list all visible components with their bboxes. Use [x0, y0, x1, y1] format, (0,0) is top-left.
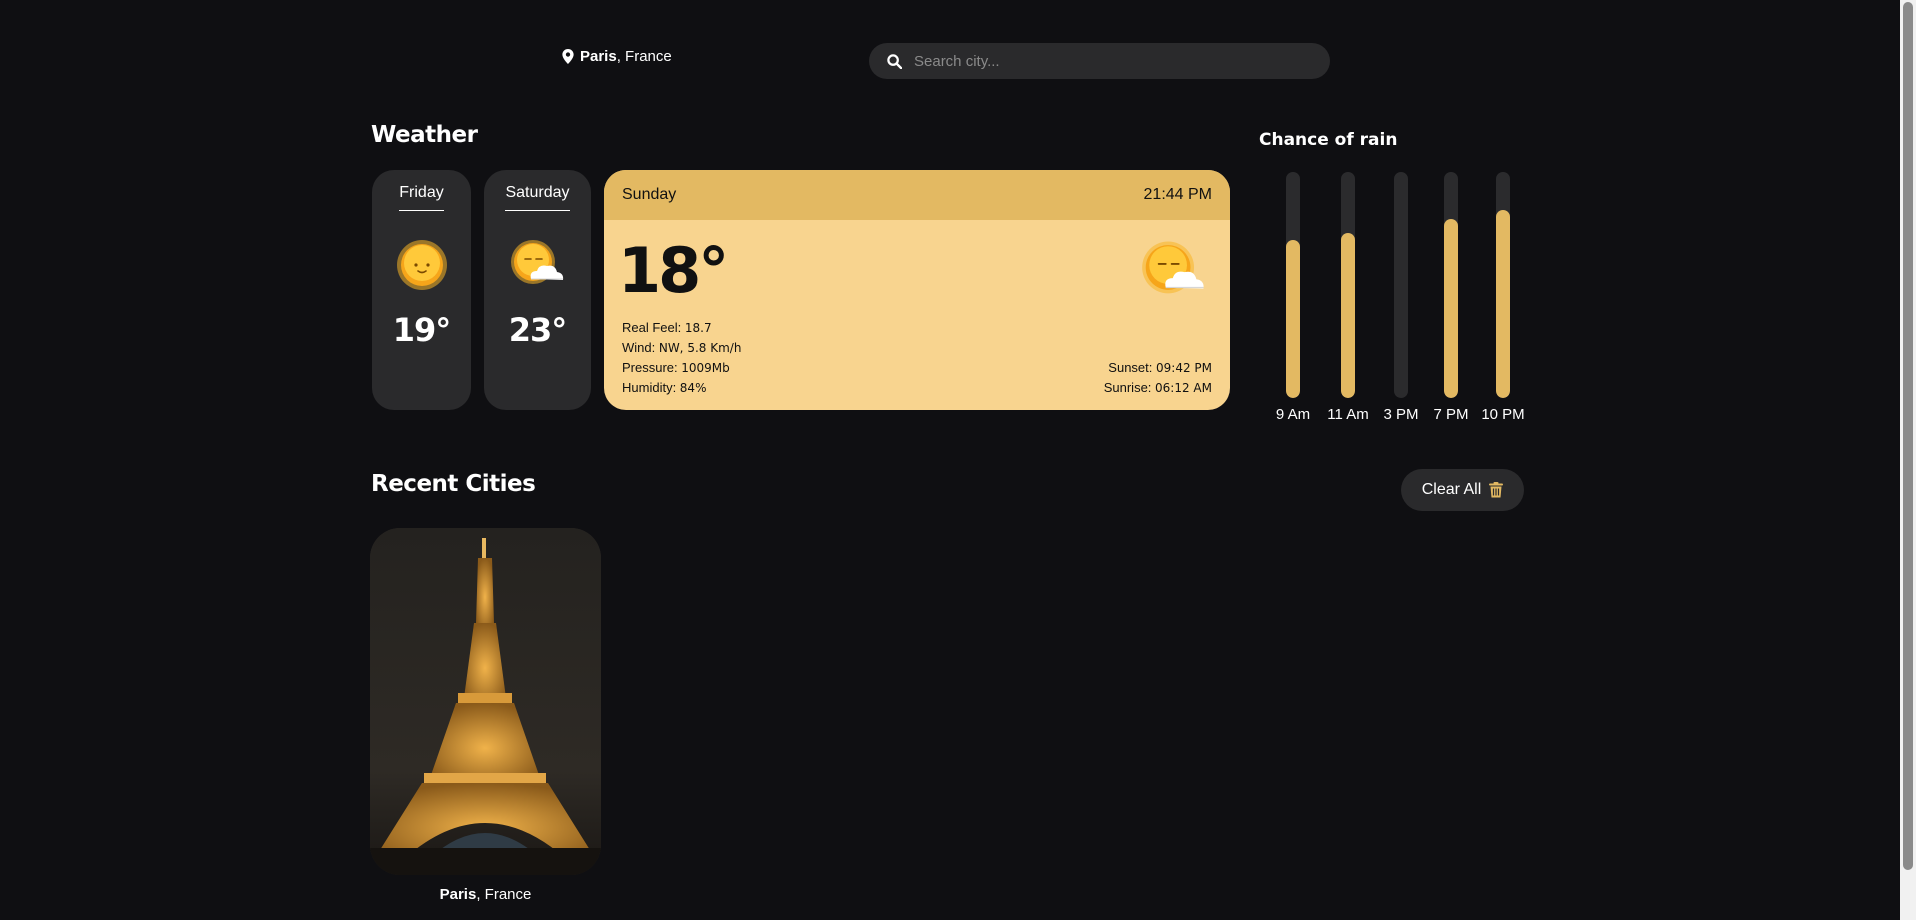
clear-all-button[interactable]: Clear All	[1401, 469, 1524, 511]
pressure-label: Pressure:	[622, 360, 682, 375]
rain-bar	[1341, 172, 1355, 398]
today-day: Sunday	[622, 186, 677, 203]
humidity-row: Humidity: 84%	[622, 378, 741, 398]
recent-city-country: , France	[476, 886, 532, 903]
wind-value: NW, 5.8 Km/h	[658, 341, 742, 355]
sunrise-label: Sunrise:	[1103, 380, 1156, 395]
wind-row: Wind: NW, 5.8 Km/h	[622, 338, 741, 358]
forecast-day: Saturday	[505, 184, 570, 211]
today-details: Real Feel: 18.7 Wind: NW, 5.8 Km/h Press…	[622, 318, 741, 398]
sunset-label: Sunset:	[1108, 360, 1156, 375]
sunrise-row: Sunrise: 06:12 AM	[1104, 378, 1212, 398]
real-feel-label: Real Feel:	[622, 320, 685, 335]
rain-bar-fill	[1286, 239, 1300, 398]
recent-city-caption: Paris, France	[370, 886, 601, 903]
sunset-value: 09:42 PM	[1156, 361, 1212, 375]
search-icon	[887, 53, 902, 69]
real-feel-row: Real Feel: 18.7	[622, 318, 741, 338]
sun-times: Sunset: 09:42 PM Sunrise: 06:12 AM	[1104, 358, 1212, 398]
scrollbar-thumb[interactable]	[1903, 2, 1913, 870]
location-city: Paris	[580, 48, 617, 65]
rain-title: Chance of rain	[1259, 130, 1398, 150]
current-location: Paris, France	[562, 48, 672, 65]
recent-city-card[interactable]	[370, 528, 601, 875]
eiffel-tower-photo	[370, 528, 601, 875]
rain-bar	[1286, 172, 1300, 398]
trash-icon	[1489, 482, 1504, 498]
wind-label: Wind:	[622, 340, 659, 355]
rain-time-label: 10 PM	[1481, 406, 1525, 423]
partly-cloudy-icon	[510, 240, 563, 284]
search-input[interactable]	[914, 52, 1294, 70]
forecast-card-friday[interactable]: Friday 19°	[372, 170, 471, 410]
today-time: 21:44 PM	[1143, 186, 1212, 203]
rain-bar	[1444, 172, 1458, 398]
rain-bar-fill	[1496, 210, 1510, 398]
search-bar[interactable]	[869, 43, 1330, 79]
humidity-value: 84%	[679, 381, 707, 395]
recent-city-name: Paris	[439, 886, 477, 903]
pressure-value: 1009Mb	[681, 361, 730, 375]
today-card[interactable]: Sunday 21:44 PM 18° Real Feel: 18.7 Wind…	[604, 170, 1230, 410]
location-country: , France	[616, 48, 672, 65]
sunrise-value: 06:12 AM	[1155, 381, 1212, 395]
humidity-label: Humidity:	[622, 380, 680, 395]
rain-bar	[1394, 172, 1408, 398]
forecast-temp: 23°	[508, 311, 568, 349]
today-temp: 18°	[618, 234, 729, 307]
rain-bar-fill	[1341, 233, 1355, 398]
rain-bar	[1496, 172, 1510, 398]
today-header: Sunday 21:44 PM	[604, 170, 1230, 220]
page-scrollbar[interactable]	[1900, 0, 1916, 920]
weather-title: Weather	[371, 122, 478, 148]
pressure-row: Pressure: 1009Mb	[622, 358, 741, 378]
clear-all-label: Clear All	[1421, 481, 1482, 498]
forecast-day: Friday	[399, 184, 444, 211]
sunny-icon	[396, 240, 447, 290]
location-pin-icon	[562, 49, 574, 64]
forecast-card-saturday[interactable]: Saturday 23°	[484, 170, 591, 410]
recent-cities-title: Recent Cities	[371, 471, 536, 497]
partly-cloudy-icon	[1142, 241, 1204, 294]
sunset-row: Sunset: 09:42 PM	[1104, 358, 1212, 378]
rain-bar-fill	[1444, 219, 1458, 398]
forecast-temp: 19°	[392, 311, 452, 349]
real-feel-value: 18.7	[684, 321, 712, 335]
